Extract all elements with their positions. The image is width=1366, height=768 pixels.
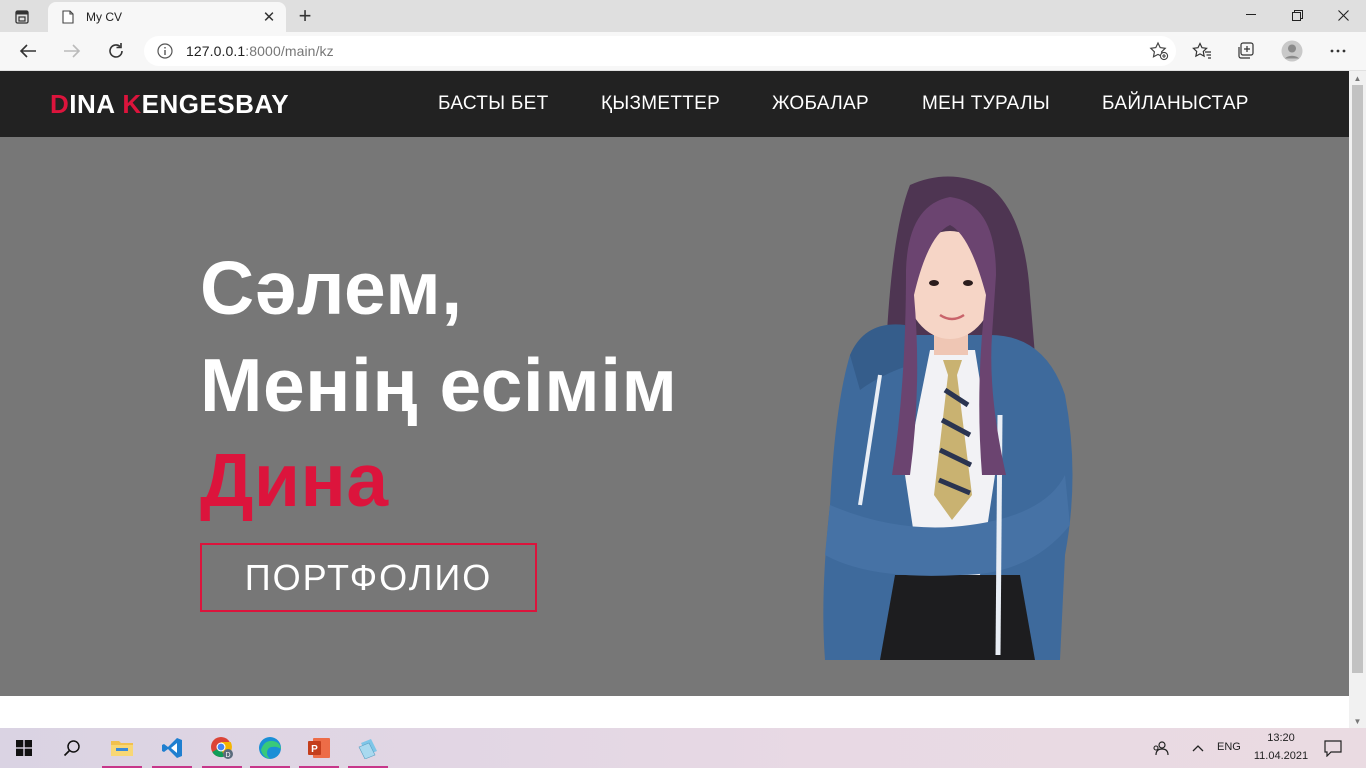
clock-date[interactable]: 11.04.2021	[1252, 750, 1310, 762]
profile-portrait	[823, 176, 1073, 660]
svg-text:D: D	[225, 752, 230, 759]
page-icon	[60, 9, 76, 25]
address-bar[interactable]: 127.0.0.1:8000/main/kz	[144, 36, 1176, 66]
logo-first-initial: D	[50, 89, 70, 119]
search-icon[interactable]	[48, 728, 96, 768]
hero-intro: Менің есімім	[200, 343, 678, 427]
notepad-app-icon[interactable]	[344, 728, 392, 768]
refresh-icon[interactable]	[100, 36, 132, 66]
info-icon[interactable]	[156, 42, 174, 60]
collections-icon[interactable]	[1230, 36, 1262, 66]
browser-tab-bar: My CV ✕ +	[0, 0, 1366, 32]
file-explorer-icon[interactable]	[98, 728, 146, 768]
nav-link-home[interactable]: БАСТЫ БЕТ	[438, 93, 549, 115]
profile-avatar-icon[interactable]	[1276, 36, 1308, 66]
settings-more-icon[interactable]	[1322, 36, 1354, 66]
close-tab-icon[interactable]: ✕	[258, 6, 280, 28]
site-header: DINA KENGESBAY БАСТЫ БЕТ ҚЫЗМЕТТЕР ЖОБАЛ…	[0, 71, 1349, 137]
back-icon[interactable]	[12, 36, 44, 66]
forward-icon[interactable]	[56, 36, 88, 66]
language-indicator[interactable]: ENG	[1217, 741, 1241, 753]
scroll-up-icon[interactable]: ▲	[1349, 71, 1366, 85]
new-tab-button[interactable]: +	[292, 3, 318, 28]
clock-time[interactable]: 13:20	[1266, 732, 1296, 744]
page-viewport: DINA KENGESBAY БАСТЫ БЕТ ҚЫЗМЕТТЕР ЖОБАЛ…	[0, 71, 1366, 728]
hero-name: Дина	[200, 438, 389, 522]
browser-toolbar: 127.0.0.1:8000/main/kz	[0, 32, 1366, 71]
nav-link-services[interactable]: ҚЫЗМЕТТЕР	[601, 93, 720, 115]
url-host: 127.0.0.1	[186, 43, 246, 59]
edge-icon[interactable]	[246, 728, 294, 768]
restore-icon[interactable]	[1274, 0, 1320, 30]
favorites-icon[interactable]	[1186, 36, 1218, 66]
svg-text:P: P	[311, 744, 318, 755]
chrome-icon[interactable]: D	[198, 728, 246, 768]
logo-last-initial: K	[122, 89, 142, 119]
browser-tab[interactable]: My CV ✕	[48, 2, 286, 32]
chevron-up-icon[interactable]	[1180, 728, 1216, 768]
powerpoint-icon[interactable]: P	[295, 728, 343, 768]
vscode-icon[interactable]	[148, 728, 196, 768]
nav-link-projects[interactable]: ЖОБАЛАР	[772, 93, 869, 115]
notifications-icon[interactable]	[1312, 728, 1354, 768]
hero-greeting: Сәлем,	[200, 246, 463, 330]
url-path: :8000/main/kz	[245, 43, 334, 59]
hero-section: Сәлем, Менің есімім Дина ПОРТФОЛИО	[0, 137, 1349, 696]
windows-start-icon[interactable]	[0, 728, 48, 768]
scrollbar-thumb[interactable]	[1352, 85, 1363, 673]
portfolio-button[interactable]: ПОРТФОЛИО	[200, 543, 537, 612]
add-favorite-icon[interactable]	[1144, 36, 1174, 66]
minimize-icon[interactable]	[1228, 0, 1274, 30]
windows-taskbar: D P ENG 13:20 11.04.2021	[0, 728, 1366, 768]
tab-actions-icon[interactable]	[10, 6, 34, 28]
scroll-down-icon[interactable]: ▼	[1349, 714, 1366, 728]
logo-first-rest: INA	[69, 89, 123, 119]
nav-link-contacts[interactable]: БАЙЛАНЫСТАР	[1102, 93, 1249, 115]
close-window-icon[interactable]	[1320, 0, 1366, 30]
nav-link-about[interactable]: МЕН ТУРАЛЫ	[922, 93, 1050, 115]
logo-last-rest: ENGESBAY	[141, 89, 290, 119]
url-text[interactable]: 127.0.0.1:8000/main/kz	[186, 43, 1144, 59]
people-icon[interactable]	[1140, 728, 1180, 768]
site-logo[interactable]: DINA KENGESBAY	[50, 89, 289, 120]
tab-title: My CV	[86, 10, 122, 24]
